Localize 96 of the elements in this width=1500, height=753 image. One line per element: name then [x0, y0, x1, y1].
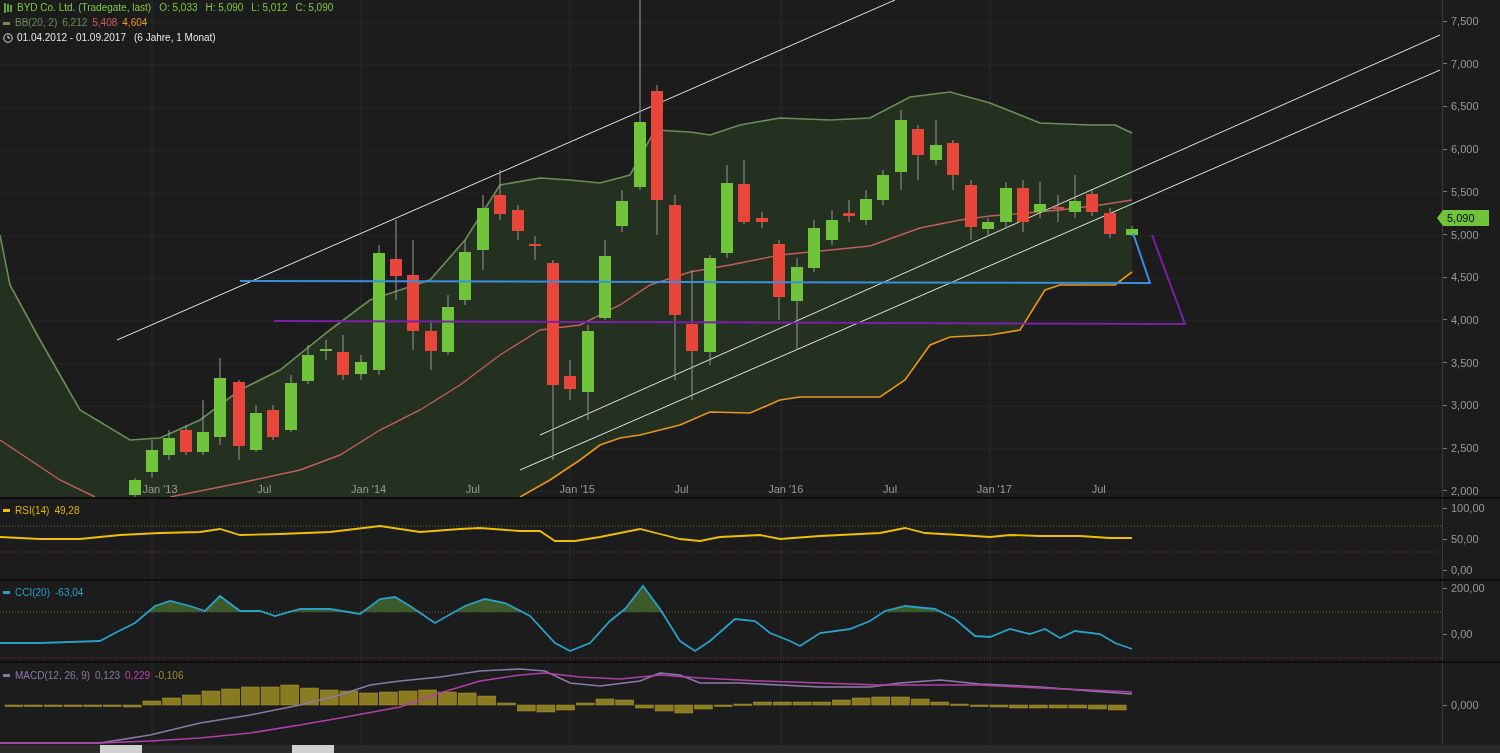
indicator-value: 4,604 — [122, 16, 148, 30]
legend-swatch — [3, 674, 10, 677]
axis-label: 3,500 — [1451, 356, 1479, 369]
candlestick — [425, 319, 437, 371]
time-axis-label: Jan '15 — [559, 482, 595, 497]
indicator-value: -63,04 — [55, 586, 84, 600]
candlestick — [965, 179, 977, 241]
indicator-name: BB(20, 2) — [15, 16, 58, 30]
candlestick — [843, 199, 855, 223]
time-axis-label: Jul — [883, 482, 898, 497]
candlestick — [129, 477, 141, 497]
candlestick — [1034, 181, 1046, 219]
axis-label: 200,00 — [1451, 582, 1485, 594]
axis-label: 4,000 — [1451, 313, 1479, 326]
date-range: 01.04.2012 - 01.09.2017 — [17, 31, 126, 45]
axis-label: 0,00 — [1451, 564, 1473, 576]
axis-label: 5,000 — [1451, 228, 1479, 241]
candlestick — [459, 239, 471, 306]
time-axis-label: Jul — [257, 482, 272, 497]
axis-label: 50,00 — [1451, 533, 1479, 545]
candlestick — [738, 159, 750, 225]
scrollbar-handle[interactable] — [100, 745, 142, 753]
axis-label: 3,000 — [1451, 399, 1479, 412]
axis-label: 2,000 — [1451, 484, 1479, 497]
candlestick — [320, 339, 332, 361]
axis-label: 7,000 — [1451, 57, 1479, 70]
indicator-value: 0,123 — [95, 669, 121, 683]
time-axis-label: Jul — [674, 482, 689, 497]
axis-label: 7,500 — [1451, 15, 1479, 27]
legend-swatch — [3, 509, 10, 512]
indicator-value: 5,408 — [92, 16, 118, 30]
candlestick — [808, 219, 820, 273]
candlestick — [1000, 181, 1012, 229]
indicator-name: RSI(14) — [15, 504, 50, 518]
candlestick — [564, 359, 576, 401]
candlestick — [930, 119, 942, 166]
candlestick — [302, 344, 314, 385]
ohlc-value: C: 5,090 — [295, 1, 334, 15]
scrollbar-track[interactable] — [0, 745, 1500, 753]
ohlc-value: H: 5,090 — [205, 1, 244, 15]
candlestick — [180, 424, 192, 456]
time-axis-label: Jan '16 — [768, 482, 804, 497]
time-axis-label: Jul — [1091, 482, 1106, 497]
axis-label: 5,500 — [1451, 185, 1479, 198]
candlestick — [512, 204, 524, 241]
ohlc-value: L: 5,012 — [251, 1, 288, 15]
candlestick — [146, 439, 158, 479]
candlestick — [912, 124, 924, 181]
ohlc-value: O: 5,033 — [159, 1, 198, 15]
candlestick — [285, 374, 297, 433]
clock-icon — [3, 33, 13, 43]
candlestick-icon — [3, 3, 13, 13]
axis-label: 4,500 — [1451, 271, 1479, 284]
candlestick — [529, 235, 541, 261]
candlestick — [1017, 179, 1029, 233]
axis-label: 2,500 — [1451, 442, 1479, 454]
indicator-value: -0,106 — [155, 669, 184, 683]
candlestick — [616, 189, 628, 233]
indicator-value: 49,28 — [54, 504, 80, 518]
legend-swatch — [3, 21, 10, 25]
candlestick — [1052, 194, 1064, 223]
indicator-value: 6,212 — [62, 16, 88, 30]
axis-label: 0,000 — [1451, 699, 1479, 711]
duration: (6 Jahre, 1 Monat) — [134, 31, 216, 45]
candlestick — [877, 169, 889, 206]
time-axis-label: Jul — [465, 482, 480, 497]
candlestick — [1086, 189, 1098, 217]
indicator-value: 0,229 — [125, 669, 151, 683]
indicator-name: CCI(20) — [15, 586, 50, 600]
candlestick — [826, 209, 838, 246]
candlestick — [250, 404, 262, 453]
indicator-name: MACD(12, 26, 9) — [15, 669, 91, 683]
candlestick — [1126, 225, 1138, 237]
axis-label: 0,00 — [1451, 628, 1473, 640]
time-axis-label: Jan '14 — [351, 482, 387, 497]
candlestick — [982, 217, 994, 236]
time-axis-label: Jan '17 — [976, 482, 1012, 497]
time-axis-label: Jan '13 — [142, 482, 178, 497]
legend-swatch — [3, 591, 10, 594]
candlestick — [756, 211, 768, 229]
candlestick — [860, 189, 872, 226]
candlestick — [355, 354, 367, 381]
candlestick — [947, 139, 959, 191]
candlestick — [1069, 174, 1081, 219]
candlestick — [1104, 207, 1116, 239]
candlestick — [197, 399, 209, 456]
axis-label: 6,000 — [1451, 143, 1479, 156]
scrollbar-handle[interactable] — [292, 745, 334, 753]
instrument-name: BYD Co. Ltd. (Tradegate, last) — [17, 1, 152, 15]
axis-label: 100,00 — [1451, 502, 1485, 514]
candlestick — [163, 429, 175, 461]
axis-label: 6,500 — [1451, 100, 1479, 113]
candlestick — [267, 404, 279, 441]
candlestick — [442, 294, 454, 356]
candlestick — [337, 334, 349, 381]
candlestick — [494, 169, 506, 221]
